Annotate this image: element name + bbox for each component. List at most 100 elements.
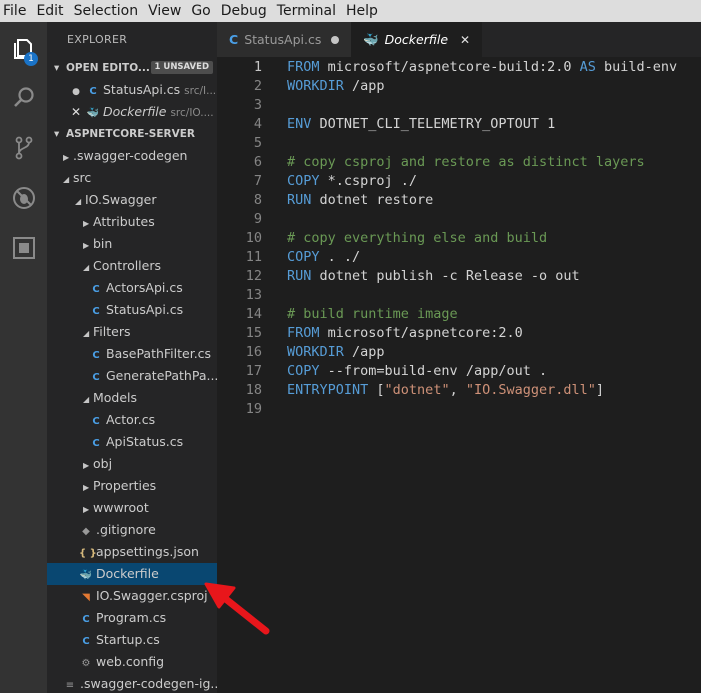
unsaved-dot-icon[interactable] [331, 36, 340, 44]
tree-folder[interactable]: ▶ Attributes [47, 211, 217, 233]
dirty-dot-icon[interactable]: ● [69, 81, 83, 101]
code-text: COPY --from=build-env /app/out . [287, 362, 547, 381]
line-number: 17 [245, 363, 262, 379]
docker-file-icon: 🐳 [363, 32, 379, 47]
tree-label: Attributes [93, 214, 155, 229]
tree-file[interactable]: C Actor.cs [47, 409, 217, 431]
tree-label: .gitignore [96, 522, 156, 537]
close-icon[interactable]: ✕ [69, 101, 83, 123]
line-number: 13 [245, 287, 262, 303]
tree-folder[interactable]: ▶ wwwroot [47, 497, 217, 519]
chevron-right-icon: ▶ [63, 153, 70, 162]
menu-item[interactable]: Edit [31, 0, 68, 22]
tree-file[interactable]: ◥ IO.Swagger.csproj [47, 585, 217, 607]
menu-item[interactable]: Terminal [272, 0, 341, 22]
code-text: COPY *.csproj ./ [287, 172, 417, 191]
unsaved-badge: 1 UNSAVED [150, 61, 213, 74]
code-token: # copy everything else and build [287, 230, 548, 246]
csharp-file-icon: C [82, 636, 90, 647]
line-number: 14 [245, 306, 262, 322]
code-token: COPY [287, 363, 320, 379]
tree-label: BasePathFilter.cs [106, 346, 212, 361]
code-token: . ./ [319, 249, 361, 265]
line-number: 10 [245, 230, 262, 246]
open-editors-label: OPEN EDITO... [66, 62, 150, 74]
chevron-right-icon: ▶ [83, 505, 90, 514]
code-token: # build runtime image [287, 306, 458, 322]
source-control-icon[interactable] [0, 128, 47, 168]
menu-item[interactable]: View [143, 0, 186, 22]
code-token: ENV [287, 116, 312, 132]
tree-folder[interactable]: ▶ .swagger-codegen [47, 145, 217, 167]
tree-file[interactable]: { }appsettings.json [47, 541, 217, 563]
open-editor-item[interactable]: ✕ 🐳 Dockerfile src/IO.... [47, 101, 217, 123]
search-icon[interactable] [0, 78, 47, 118]
extensions-icon[interactable] [0, 228, 47, 268]
tree-file[interactable]: C GeneratePathPa... [47, 365, 217, 387]
csharp-file-icon: C [89, 86, 97, 97]
tree-file[interactable]: C ActorsApi.cs [47, 277, 217, 299]
code-token: , [449, 382, 466, 398]
line-number: 6 [253, 154, 262, 170]
tree-file[interactable]: C ApiStatus.cs [47, 431, 217, 453]
tree-file[interactable]: C Program.cs [47, 607, 217, 629]
code-text: FROM microsoft/aspnetcore:2.0 [287, 324, 523, 343]
csharp-file-icon: C [92, 416, 100, 427]
tree-label: StatusApi.cs [106, 302, 184, 317]
tree-file[interactable]: ◆ .gitignore [47, 519, 217, 541]
code-token: [ [368, 382, 385, 398]
open-editors-header[interactable]: ▾ OPEN EDITO... 1 UNSAVED [47, 57, 217, 79]
tree-label: GeneratePathPa... [106, 368, 217, 383]
close-icon[interactable]: ✕ [460, 33, 470, 47]
red-arrow-annotation [204, 582, 270, 635]
tree-file[interactable]: ≡ .swagger-codegen-ig... [47, 673, 217, 693]
tree-label: ActorsApi.cs [106, 280, 183, 295]
tree-folder[interactable]: ◢ IO.Swagger [47, 189, 217, 211]
docker-file-icon: 🐳 [86, 108, 100, 119]
menu-item[interactable]: File [0, 0, 31, 22]
tree-folder[interactable]: ◢ src [47, 167, 217, 189]
line-number: 11 [245, 249, 262, 265]
tab-statusapi[interactable]: C StatusApi.cs [217, 22, 363, 57]
docker-file-icon: 🐳 [79, 570, 93, 581]
tree-file[interactable]: 🐳 Dockerfile [47, 563, 217, 585]
code-text: FROM microsoft/aspnetcore-build:2.0 AS b… [287, 58, 677, 77]
code-token: DOTNET_CLI_TELEMETRY_OPTOUT 1 [311, 116, 556, 132]
csharp-file-icon: C [229, 32, 239, 47]
tree-label: bin [93, 236, 113, 251]
open-editor-item[interactable]: ● C StatusApi.cs src/I... [47, 79, 217, 101]
chevron-down-icon: ▾ [54, 62, 60, 74]
tree-file[interactable]: ⚙ web.config [47, 651, 217, 673]
code-text: # build runtime image [287, 305, 458, 324]
chevron-down-icon: ▾ [54, 128, 60, 140]
tree-file[interactable]: C StatusApi.cs [47, 299, 217, 321]
menu-item[interactable]: Help [341, 0, 383, 22]
tree-folder[interactable]: ◢ Models [47, 387, 217, 409]
line-number: 1 [253, 59, 262, 75]
debug-icon[interactable] [0, 178, 47, 218]
menu-item[interactable]: Go [186, 0, 215, 22]
code-token: microsoft/aspnetcore:2.0 [319, 325, 523, 341]
tab-dockerfile[interactable]: 🐳 Dockerfile ✕ [351, 22, 482, 57]
code-editor[interactable]: 1 FROM microsoft/aspnetcore-build:2.0 AS … [217, 57, 701, 693]
tree-folder[interactable]: ◢ Filters [47, 321, 217, 343]
tree-file[interactable]: C Startup.cs [47, 629, 217, 651]
git-file-icon: ◆ [82, 526, 90, 537]
tree-label: Filters [93, 324, 131, 339]
tree-folder[interactable]: ▶ bin [47, 233, 217, 255]
line-number: 4 [253, 116, 262, 132]
menu-item[interactable]: Debug [216, 0, 272, 22]
tree-folder[interactable]: ▶ Properties [47, 475, 217, 497]
project-header[interactable]: ▾ ASPNETCORE-SERVER [47, 123, 217, 145]
tree-file[interactable]: C BasePathFilter.cs [47, 343, 217, 365]
explorer-icon[interactable]: 1 [0, 28, 47, 68]
chevron-right-icon: ▶ [83, 461, 90, 470]
menu-item[interactable]: Selection [69, 0, 144, 22]
explorer-badge: 1 [24, 52, 38, 66]
code-token: AS [579, 59, 596, 75]
tree-folder[interactable]: ▶ obj [47, 453, 217, 475]
open-editor-path: src/IO.... [170, 107, 214, 119]
code-token: FROM [287, 325, 320, 341]
code-token: dotnet publish -c Release -o out [311, 268, 580, 284]
tree-folder[interactable]: ◢ Controllers [47, 255, 217, 277]
